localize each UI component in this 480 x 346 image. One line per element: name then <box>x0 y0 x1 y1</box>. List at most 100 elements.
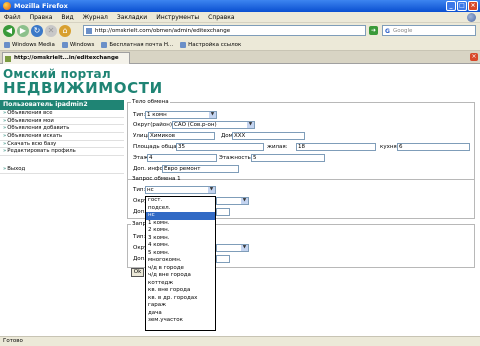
exchange-body-legend: Тело обмена <box>132 99 169 105</box>
chevron-down-icon: ▼ <box>209 112 216 118</box>
district-label: Округ(район): <box>133 122 174 128</box>
living-area-input[interactable]: 18 <box>296 143 376 151</box>
window-titlebar: Mozilla Firefox _ □ × <box>0 0 480 12</box>
menu-help[interactable]: Справка <box>208 14 234 21</box>
page-icon <box>86 28 92 34</box>
maximize-icon[interactable]: □ <box>457 1 467 11</box>
close-icon[interactable]: × <box>468 1 478 11</box>
chevron-down-icon: ▼ <box>247 122 254 128</box>
house-input[interactable]: XXX <box>232 132 305 140</box>
sidebar-item-download-db[interactable]: »Скачать всю базу <box>0 141 124 149</box>
living-area-label: жилая: <box>267 144 288 150</box>
logo-line-2: НЕДВИЖИМОСТИ <box>3 79 163 97</box>
type-dropdown-list[interactable]: гост. подсел. нс 1 комн. 2 комн. 3 комн.… <box>145 196 216 331</box>
dropdown-option[interactable]: 1 комн. <box>146 220 215 228</box>
ok-button[interactable]: Ok <box>131 268 144 277</box>
dropdown-option-selected[interactable]: нс <box>146 212 215 220</box>
close-tab-icon[interactable]: × <box>470 53 478 61</box>
sidebar-item-add-ad[interactable]: »Объявления добавить <box>0 125 124 134</box>
dropdown-option[interactable]: 5 комн. <box>146 250 215 258</box>
dropdown-option[interactable]: ч/д в городе <box>146 265 215 273</box>
type-label: Тип: <box>133 112 146 118</box>
type-select-value: 1 комн <box>147 112 167 118</box>
minimize-icon[interactable]: _ <box>446 1 456 11</box>
bullet-icon: » <box>3 117 7 124</box>
request-1-type-value: нс <box>147 187 154 193</box>
navigation-toolbar: ◀ ▶ ↻ ✕ ⌂ http://omskrielt.com/obmen/adm… <box>0 23 480 39</box>
dropdown-option[interactable]: кв. в др. городах <box>146 295 215 303</box>
menu-bookmarks[interactable]: Закладки <box>117 14 147 21</box>
stop-icon[interactable]: ✕ <box>45 25 57 37</box>
sidebar-item-my-ads[interactable]: »Объявления мои <box>0 118 124 126</box>
sidebar-item-edit-profile[interactable]: »Редактировать профиль <box>0 148 124 157</box>
site-logo[interactable]: Омский портал НЕДВИЖИМОСТИ <box>3 68 163 96</box>
go-icon[interactable]: ➜ <box>369 26 378 35</box>
district-select-value: САО (Сов.р-он) <box>174 122 217 128</box>
bookmark-item[interactable]: Настройка ссылок <box>180 41 241 48</box>
request-1-type-select[interactable]: нс ▼ <box>145 186 216 194</box>
firefox-icon <box>3 2 11 10</box>
dropdown-option[interactable]: 3 комн. <box>146 235 215 243</box>
bookmark-item[interactable]: Бесплатная почта H... <box>101 41 173 48</box>
reload-icon[interactable]: ↻ <box>31 25 43 37</box>
page-content: Омский портал НЕДВИЖИМОСТИ Пользователь … <box>0 64 480 336</box>
menu-tools[interactable]: Инструменты <box>156 14 199 21</box>
request-1-district-select[interactable]: ▼ <box>216 197 249 205</box>
dropdown-option[interactable]: многокомн. <box>146 257 215 265</box>
dropdown-option[interactable]: гараж <box>146 302 215 310</box>
district-select[interactable]: САО (Сов.р-он) ▼ <box>172 121 255 129</box>
chevron-down-icon: ▼ <box>241 245 248 251</box>
request-2-info-input[interactable] <box>216 255 230 263</box>
search-placeholder: Google <box>393 28 413 34</box>
dropdown-option[interactable]: дача <box>146 310 215 318</box>
bullet-icon: » <box>3 166 7 173</box>
menu-file[interactable]: Файл <box>4 14 21 21</box>
bullet-icon: » <box>3 110 7 116</box>
request-1-info-input[interactable] <box>216 208 230 216</box>
kitchen-input[interactable]: 6 <box>397 143 470 151</box>
back-icon[interactable]: ◀ <box>3 25 15 37</box>
type-select[interactable]: 1 комн ▼ <box>145 111 217 119</box>
area-input[interactable]: 35 <box>176 143 264 151</box>
floors-label: Этажность: <box>219 155 253 161</box>
request-2-district-select[interactable]: ▼ <box>216 244 249 252</box>
request-2-type-label: Тип: <box>133 234 146 240</box>
floors-input[interactable]: 5 <box>251 154 325 162</box>
dropdown-option[interactable]: зем.участок <box>146 317 215 325</box>
dropdown-option[interactable]: кв. вне города <box>146 287 215 295</box>
sidebar-header: Пользователь ipadmin2 <box>0 100 124 110</box>
google-icon: G <box>385 28 390 35</box>
forward-icon[interactable]: ▶ <box>17 25 29 37</box>
street-input[interactable]: Химиков <box>148 132 215 140</box>
bookmark-icon <box>180 41 187 48</box>
dropdown-option[interactable]: коттедж <box>146 280 215 288</box>
tab-editexchange[interactable]: http://omskrielt...in/editexchange <box>2 52 130 64</box>
request-1-type-label: Тип: <box>133 187 146 193</box>
bullet-icon: » <box>3 140 7 147</box>
user-sidebar: Пользователь ipadmin2 »Объявления все »О… <box>0 100 124 174</box>
home-icon[interactable]: ⌂ <box>59 25 71 37</box>
bookmark-icon <box>101 41 108 48</box>
bookmark-item[interactable]: Windows Media <box>4 41 55 48</box>
sidebar-item-all-ads[interactable]: »Объявления все <box>0 110 124 118</box>
url-input[interactable]: http://omskrielt.com/obmen/admin/editexc… <box>83 25 366 36</box>
info-input[interactable]: Евро ремонт <box>162 165 239 173</box>
sidebar-item-logout[interactable]: »Выход <box>0 166 124 174</box>
tab-favicon-icon <box>5 56 11 62</box>
area-label: Площадь общая: <box>133 144 182 150</box>
dropdown-option[interactable]: 2 комн. <box>146 227 215 235</box>
dropdown-option[interactable]: 4 комн. <box>146 242 215 250</box>
menu-history[interactable]: Журнал <box>83 14 108 21</box>
tab-label: http://omskrielt...in/editexchange <box>14 55 119 61</box>
dropdown-option[interactable]: подсел. <box>146 205 215 213</box>
menu-edit[interactable]: Правка <box>30 14 53 21</box>
floor-input[interactable]: 4 <box>147 154 217 162</box>
dropdown-option[interactable]: ч/д вне города <box>146 272 215 280</box>
menu-view[interactable]: Вид <box>61 14 73 21</box>
throbber-icon <box>467 13 476 22</box>
bookmark-item[interactable]: Windows <box>61 41 94 48</box>
info-label: Доп. инфо: <box>133 166 165 172</box>
sidebar-item-search-ads[interactable]: »Объявления искать <box>0 133 124 141</box>
dropdown-option[interactable]: гост. <box>146 197 215 205</box>
search-input[interactable]: G Google <box>382 25 476 36</box>
